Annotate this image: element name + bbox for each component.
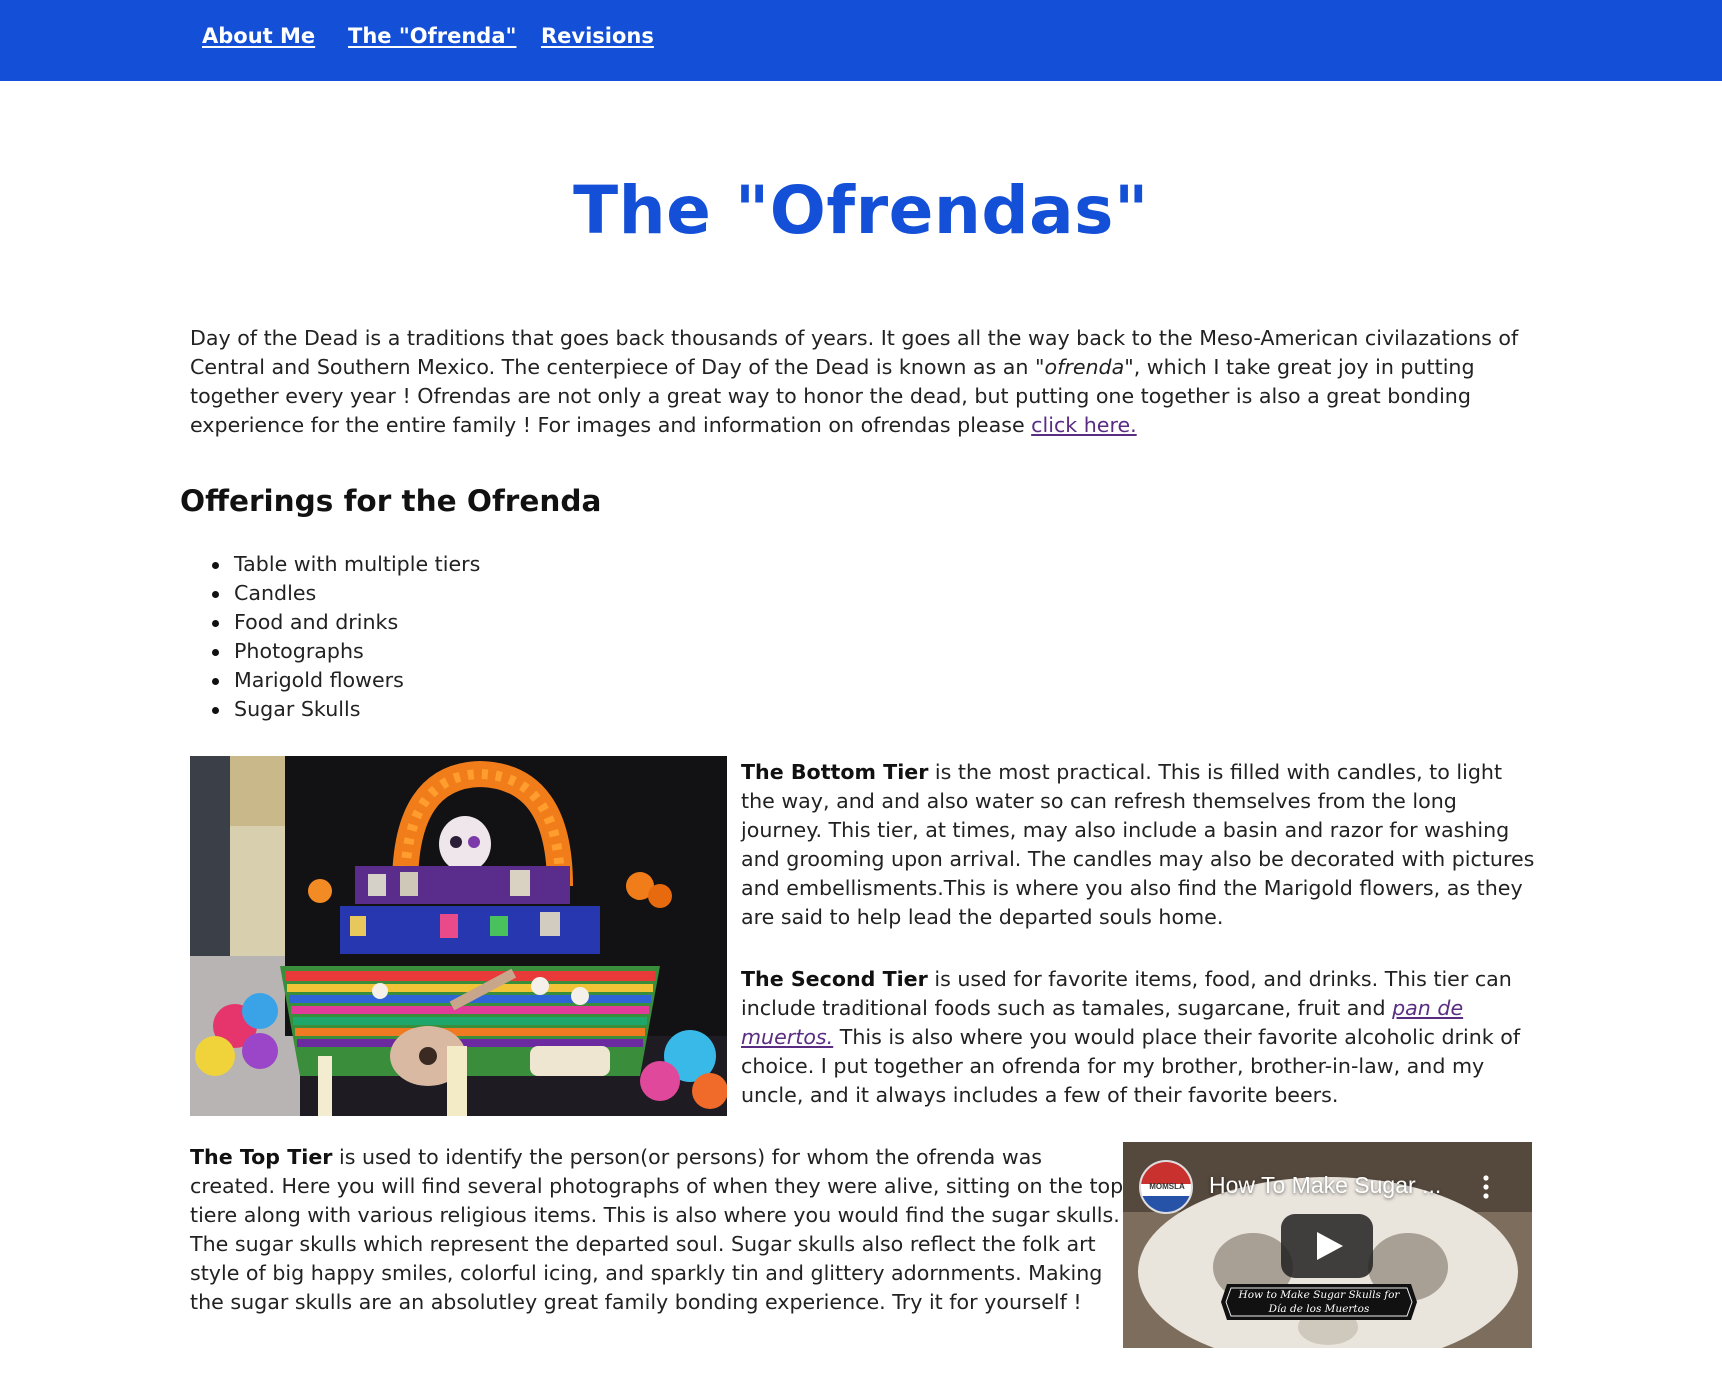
- video-banner-line2: Día de los Muertos: [1268, 1303, 1370, 1315]
- intro-paragraph: Day of the Dead is a traditions that goe…: [190, 324, 1540, 440]
- nav-link-revisions[interactable]: Revisions: [541, 24, 654, 48]
- list-item: Food and drinks: [211, 608, 480, 637]
- nav-link-about-me[interactable]: About Me: [202, 24, 315, 48]
- nav-link-ofrenda[interactable]: The "Ofrenda": [348, 24, 516, 48]
- intro-click-here-link[interactable]: click here.: [1031, 413, 1137, 437]
- video-channel-logo-text: MOMSLA: [1149, 1182, 1185, 1191]
- second-tier-label: The Second Tier: [741, 967, 928, 991]
- video-title[interactable]: How To Make Sugar ...: [1209, 1172, 1441, 1199]
- video-channel-logo[interactable]: MOMSLA: [1139, 1160, 1193, 1214]
- second-tier-text-2: This is also where you would place their…: [741, 1025, 1521, 1107]
- top-nav: About Me The "Ofrenda" Revisions: [0, 0, 1722, 81]
- video-banner: How to Make Sugar Skulls for Día de los …: [1221, 1274, 1417, 1330]
- list-item: Marigold flowers: [211, 666, 480, 695]
- video-banner-line1: How to Make Sugar Skulls for: [1238, 1289, 1400, 1301]
- list-item: Table with multiple tiers: [211, 550, 480, 579]
- bottom-tier-label: The Bottom Tier: [741, 760, 929, 784]
- offerings-list: Table with multiple tiers Candles Food a…: [211, 550, 480, 724]
- offerings-heading: Offerings for the Ofrenda: [180, 484, 602, 518]
- bottom-tier-text: is the most practical. This is filled wi…: [741, 760, 1535, 929]
- list-item: Sugar Skulls: [211, 695, 480, 724]
- top-tier-label: The Top Tier: [190, 1145, 333, 1169]
- youtube-video-embed[interactable]: MOMSLA How To Make Sugar ... How to Make…: [1123, 1142, 1532, 1348]
- list-item: Photographs: [211, 637, 480, 666]
- top-tier-paragraph: The Top Tier is used to identify the per…: [190, 1143, 1125, 1317]
- second-tier-paragraph: The Second Tier is used for favorite ite…: [741, 965, 1541, 1110]
- more-options-icon[interactable]: [1483, 1175, 1489, 1199]
- play-button[interactable]: [1281, 1214, 1373, 1278]
- ofrenda-altar-photo: [190, 756, 727, 1116]
- intro-italic-word: ofrenda: [1044, 355, 1125, 379]
- page-title: The "Ofrendas": [573, 172, 1149, 249]
- top-tier-text: is used to identify the person(or person…: [190, 1145, 1124, 1314]
- list-item: Candles: [211, 579, 480, 608]
- bottom-tier-paragraph: The Bottom Tier is the most practical. T…: [741, 758, 1541, 932]
